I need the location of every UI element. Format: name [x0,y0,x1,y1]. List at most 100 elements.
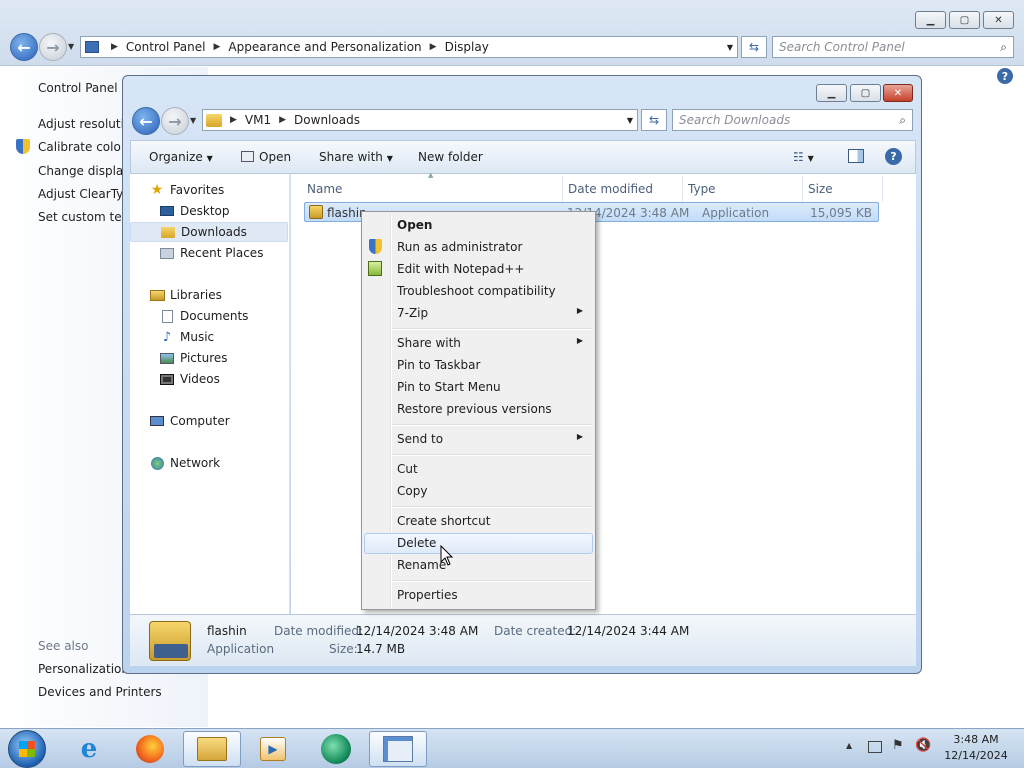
cp-link-resolution[interactable]: Adjust resolutio [38,117,131,131]
back-button[interactable]: ← [132,107,160,135]
nav-music[interactable]: ♪ Music [130,327,288,347]
search-icon[interactable]: ⌕ [1000,40,1007,55]
recent-pages-dropdown-icon[interactable]: ▼ [190,116,196,125]
cp-link-custom-text[interactable]: Set custom text [38,210,133,224]
see-also-devices[interactable]: Devices and Printers [38,685,162,699]
mouse-pointer-icon [440,545,454,566]
nav-documents-label: Documents [180,309,249,323]
new-folder-button[interactable]: New folder [418,150,483,164]
menu-item-share-with[interactable]: Share with ▶ [364,333,593,354]
minimize-button[interactable]: ▁ [915,11,946,29]
maximize-button[interactable]: ▢ [850,84,881,102]
breadcrumb-control-panel[interactable]: Control Panel [126,40,206,54]
menu-item-open[interactable]: Open [364,215,593,236]
menu-item-properties[interactable]: Properties [364,585,593,606]
menu-item-7zip[interactable]: 7-Zip ▶ [364,303,593,324]
nav-computer[interactable]: Computer [130,411,288,431]
control-panel-titlebar: ▁ ▢ ✕ ← → ▼ ▶ Control Panel ▶ Appearance… [0,0,1024,66]
taskbar-media-player[interactable]: ▶ [244,731,302,767]
details-date-created-label: Date created: [494,624,577,638]
start-button[interactable] [8,730,46,768]
column-header-size[interactable]: Size [808,182,833,196]
column-divider[interactable] [882,176,883,202]
taskbar-internet-explorer[interactable]: e [60,731,118,767]
menu-item-restore-previous-versions[interactable]: Restore previous versions [364,399,593,420]
search-icon[interactable]: ⌕ [899,113,906,128]
breadcrumb-downloads[interactable]: Downloads [294,113,360,127]
column-divider[interactable] [802,176,803,202]
explorer-address-bar[interactable]: ▶ VM1 ▶ Downloads ▼ [202,109,638,131]
column-divider[interactable] [682,176,683,202]
maximize-button[interactable]: ▢ [949,11,980,29]
menu-item-run-as-administrator[interactable]: Run as administrator [364,237,593,258]
nav-desktop[interactable]: Desktop [130,201,288,221]
refresh-button[interactable]: ⇆ [741,36,767,58]
breadcrumb-appearance[interactable]: Appearance and Personalization [228,40,421,54]
open-button[interactable]: Open [241,150,291,164]
organize-button[interactable]: Organize ▼ [149,150,213,164]
taskbar-app-green[interactable] [307,731,365,767]
taskbar-windows-explorer[interactable] [183,731,241,767]
menu-item-pin-to-start-menu[interactable]: Pin to Start Menu [364,377,593,398]
view-options-icon[interactable]: ☷ ▼ [793,150,814,164]
address-dropdown-icon[interactable]: ▼ [627,116,633,125]
refresh-button[interactable]: ⇆ [641,109,667,131]
preview-pane-icon[interactable] [848,149,864,163]
help-icon[interactable]: ? [997,68,1013,84]
volume-muted-icon[interactable]: 🔇 [915,738,931,753]
close-button[interactable]: ✕ [883,84,913,102]
taskbar-control-panel[interactable] [369,731,427,767]
organize-label: Organize [149,150,203,164]
recent-pages-dropdown-icon[interactable]: ▼ [68,42,74,51]
share-with-button[interactable]: Share with ▼ [319,150,393,164]
help-icon[interactable]: ? [885,148,902,165]
address-bar[interactable]: ▶ Control Panel ▶ Appearance and Persona… [80,36,738,58]
nav-recent-places[interactable]: Recent Places [130,243,288,263]
menu-item-edit-with-notepad[interactable]: Edit with Notepad++ [364,259,593,280]
taskbar-firefox[interactable] [121,731,179,767]
cp-link-calibrate[interactable]: Calibrate color [38,140,126,154]
nav-libraries[interactable]: Libraries [130,285,288,305]
back-button[interactable]: ← [10,33,38,61]
menu-item-send-to[interactable]: Send to ▶ [364,429,593,450]
details-file-type: Application [207,642,275,656]
menu-item-rename[interactable]: Rename [364,555,593,576]
nav-favorites[interactable]: ★ Favorites [130,180,288,200]
network-tray-icon[interactable] [868,741,882,753]
cp-link-change-display[interactable]: Change display [38,164,130,178]
nav-pictures[interactable]: Pictures [130,348,288,368]
explorer-search-input[interactable]: Search Downloads ⌕ [672,109,913,131]
menu-item-pin-to-taskbar[interactable]: Pin to Taskbar [364,355,593,376]
control-panel-search-input[interactable]: Search Control Panel ⌕ [772,36,1014,58]
address-dropdown-icon[interactable]: ▼ [727,43,733,52]
cp-link-cleartype[interactable]: Adjust ClearTyp [38,187,131,201]
menu-separator [392,506,592,508]
menu-item-cut[interactable]: Cut [364,459,593,480]
column-divider[interactable] [562,176,563,202]
nav-downloads[interactable]: Downloads [130,222,288,242]
breadcrumb-vm1[interactable]: VM1 [245,113,271,127]
nav-videos[interactable]: Videos [130,369,288,389]
close-button[interactable]: ✕ [983,11,1014,29]
column-header-name[interactable]: Name [307,182,342,196]
show-hidden-icons-icon[interactable]: ▲ [846,741,852,750]
menu-item-troubleshoot[interactable]: Troubleshoot compatibility [364,281,593,302]
menu-item-copy[interactable]: Copy [364,481,593,502]
column-header-date-modified[interactable]: Date modified [568,182,653,196]
libraries-icon [149,288,165,302]
see-also-personalization[interactable]: Personalization [38,662,129,676]
nav-network[interactable]: Network [130,453,288,473]
action-center-flag-icon[interactable]: ⚑ [892,738,904,753]
nav-documents[interactable]: Documents [130,306,288,326]
system-clock[interactable]: 3:48 AM 12/14/2024 [938,732,1014,764]
documents-icon [159,309,175,323]
minimize-button[interactable]: ▁ [816,84,847,102]
shield-icon [16,139,30,154]
menu-item-delete[interactable]: Delete [364,533,593,554]
menu-item-create-shortcut[interactable]: Create shortcut [364,511,593,532]
cp-link-home[interactable]: Control Panel H [38,81,130,95]
menu-item-label: Copy [397,484,428,498]
column-header-type[interactable]: Type [688,182,716,196]
submenu-arrow-icon: ▶ [576,306,583,315]
breadcrumb-display[interactable]: Display [445,40,489,54]
